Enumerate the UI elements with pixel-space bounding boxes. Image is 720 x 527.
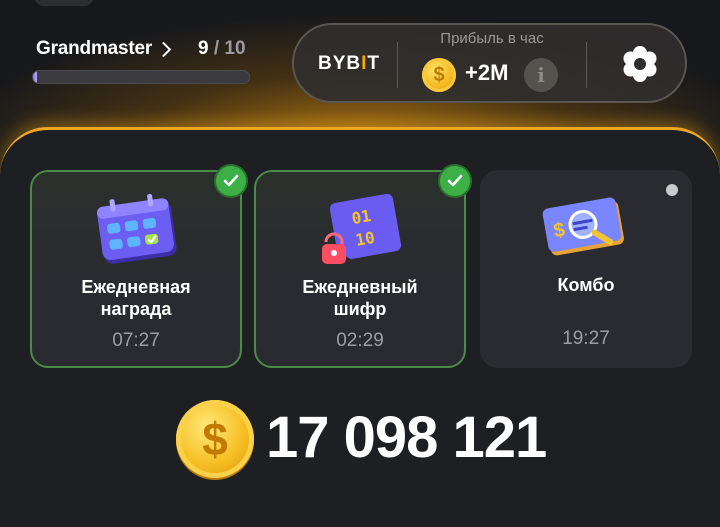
profit-per-hour-value: +2M bbox=[465, 60, 509, 85]
combo-card[interactable]: $ Комбо 19:27 bbox=[480, 170, 692, 368]
status-dot-icon bbox=[666, 184, 678, 196]
coin-icon: $ bbox=[176, 400, 254, 478]
profit-per-hour-label: Прибыль в час bbox=[440, 30, 544, 47]
exchange-name-post: T bbox=[367, 53, 381, 74]
top-tab-stub[interactable] bbox=[34, 0, 94, 6]
coin-symbol: $ bbox=[202, 413, 228, 465]
settings-button[interactable] bbox=[620, 44, 660, 84]
info-icon: i bbox=[537, 63, 545, 87]
card-timer: 02:29 bbox=[336, 330, 384, 351]
card-title: Комбо bbox=[557, 275, 615, 295]
pill-divider bbox=[586, 42, 587, 88]
level-name: Grandmaster bbox=[36, 38, 153, 59]
level-max: 10 bbox=[224, 38, 246, 59]
card-timer: 07:27 bbox=[112, 330, 160, 351]
chevron-right-icon bbox=[155, 41, 172, 58]
exchange-button[interactable]: BYBIT bbox=[318, 53, 380, 75]
card-title: Ежедневный шифр bbox=[302, 277, 418, 319]
level-separator: / bbox=[213, 38, 220, 59]
level-link[interactable]: Grandmaster bbox=[36, 38, 172, 60]
svg-text:10: 10 bbox=[354, 228, 376, 250]
level-current: 9 bbox=[198, 38, 209, 59]
completed-check-icon bbox=[214, 164, 248, 198]
exchange-name-pre: BYB bbox=[318, 53, 362, 74]
cipher-lock-icon: 01 10 bbox=[322, 193, 402, 264]
coin-symbol: $ bbox=[433, 63, 445, 86]
gear-icon bbox=[623, 46, 657, 82]
calendar-icon bbox=[96, 193, 177, 264]
balance-value: 17 098 121 bbox=[266, 405, 547, 470]
level-progress-bar bbox=[32, 70, 250, 84]
daily-cipher-card[interactable]: 01 10 Ежедневный шифр 02:29 bbox=[254, 164, 472, 368]
level-progress-fill bbox=[33, 71, 38, 83]
pill-divider bbox=[397, 42, 398, 88]
card-timer: 19:27 bbox=[562, 328, 610, 349]
svg-text:01: 01 bbox=[350, 206, 372, 228]
combo-card-icon: $ bbox=[542, 197, 624, 256]
completed-check-icon bbox=[438, 164, 472, 198]
daily-reward-card[interactable]: Ежедневная награда 07:27 bbox=[30, 164, 248, 368]
info-button[interactable]: i bbox=[524, 58, 558, 92]
card-title: Ежедневная награда bbox=[81, 277, 191, 319]
level-counter: 9 / 10 bbox=[198, 38, 246, 60]
coin-icon: $ bbox=[422, 58, 456, 92]
